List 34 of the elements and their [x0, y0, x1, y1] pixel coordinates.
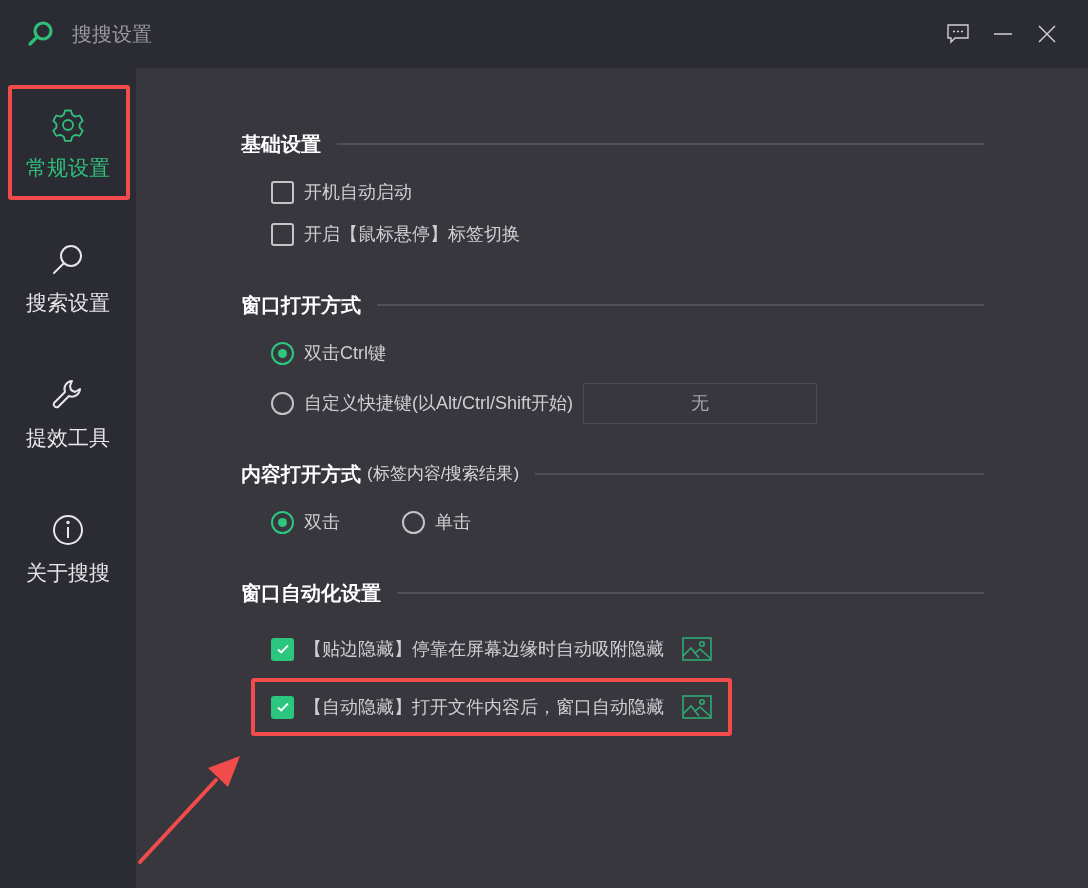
- option-label: 双击Ctrl键: [304, 341, 386, 365]
- radio-button[interactable]: [271, 391, 294, 415]
- option-label: 开机自动启动: [304, 180, 412, 204]
- option-label: 自定义快捷键(以Alt/Ctrl/Shift开始): [304, 391, 573, 415]
- logo-icon: [27, 20, 55, 48]
- option-label: 【自动隐藏】打开文件内容后，窗口自动隐藏: [304, 695, 664, 719]
- checkbox[interactable]: [271, 637, 294, 661]
- checkbox[interactable]: [271, 222, 294, 246]
- check-icon: [275, 700, 290, 714]
- section-heading: 窗口自动化设置: [241, 581, 381, 606]
- window-title: 搜搜设置: [72, 22, 152, 47]
- sidebar-item[interactable]: 搜索设置: [0, 211, 136, 346]
- option-label: 单击: [435, 510, 471, 534]
- section-heading: 内容打开方式: [241, 462, 361, 487]
- sidebar-item[interactable]: 关于搜搜: [0, 481, 136, 616]
- close-icon[interactable]: [1038, 25, 1056, 43]
- option-label: 双击: [304, 510, 340, 534]
- radio-button[interactable]: [271, 510, 294, 534]
- radio-button[interactable]: [271, 341, 294, 365]
- chat-icon[interactable]: [947, 24, 969, 44]
- radio-button[interactable]: [402, 510, 425, 534]
- option-label: 开启【鼠标悬停】标签切换: [304, 222, 520, 246]
- image-icon[interactable]: [682, 695, 712, 719]
- sidebar-item[interactable]: 提效工具: [0, 346, 136, 481]
- section-subtitle: (标签内容/搜索结果): [367, 463, 520, 486]
- checkbox[interactable]: [271, 180, 294, 204]
- option-label: 【贴边隐藏】停靠在屏幕边缘时自动吸附隐藏: [304, 637, 664, 661]
- shortcut-field[interactable]: 无: [583, 382, 817, 424]
- section-heading: 窗口打开方式: [241, 293, 361, 318]
- sidebar-item[interactable]: 常规设置: [0, 76, 136, 211]
- section-heading: 基础设置: [241, 132, 321, 157]
- checkbox[interactable]: [271, 695, 294, 719]
- check-icon: [275, 642, 290, 656]
- image-icon[interactable]: [682, 637, 712, 661]
